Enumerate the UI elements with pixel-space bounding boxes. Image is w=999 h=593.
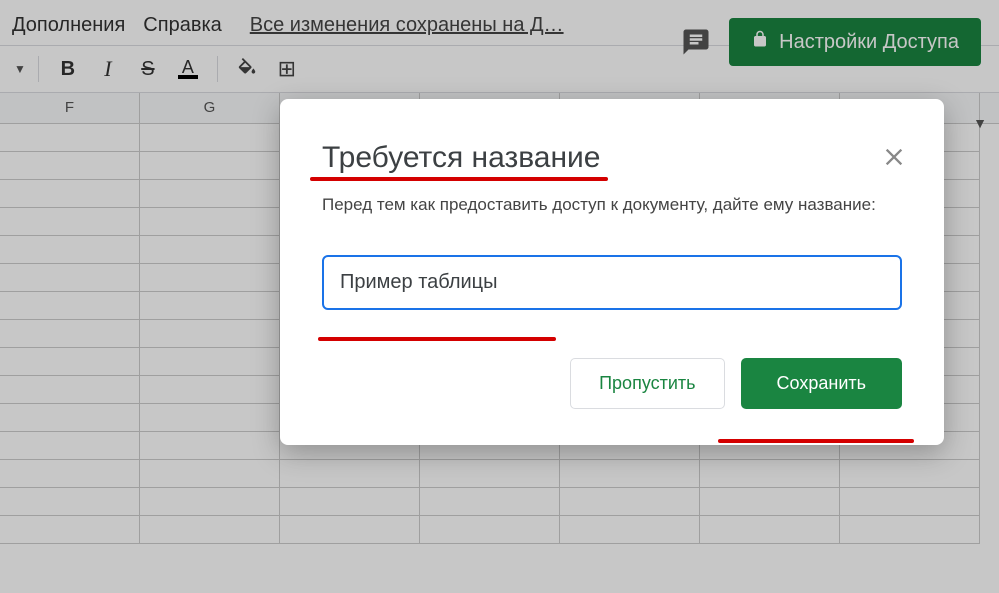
highlight-annotation — [718, 439, 914, 443]
dialog-title: Требуется название — [322, 141, 601, 175]
document-name-input[interactable] — [322, 255, 902, 310]
save-button[interactable]: Сохранить — [741, 358, 902, 409]
highlight-annotation — [310, 177, 608, 181]
close-icon[interactable] — [880, 143, 908, 171]
name-required-dialog: Требуется название Перед тем как предост… — [280, 99, 944, 445]
dialog-description: Перед тем как предоставить доступ к доку… — [322, 195, 902, 215]
highlight-annotation — [318, 337, 556, 341]
skip-button[interactable]: Пропустить — [570, 358, 724, 409]
